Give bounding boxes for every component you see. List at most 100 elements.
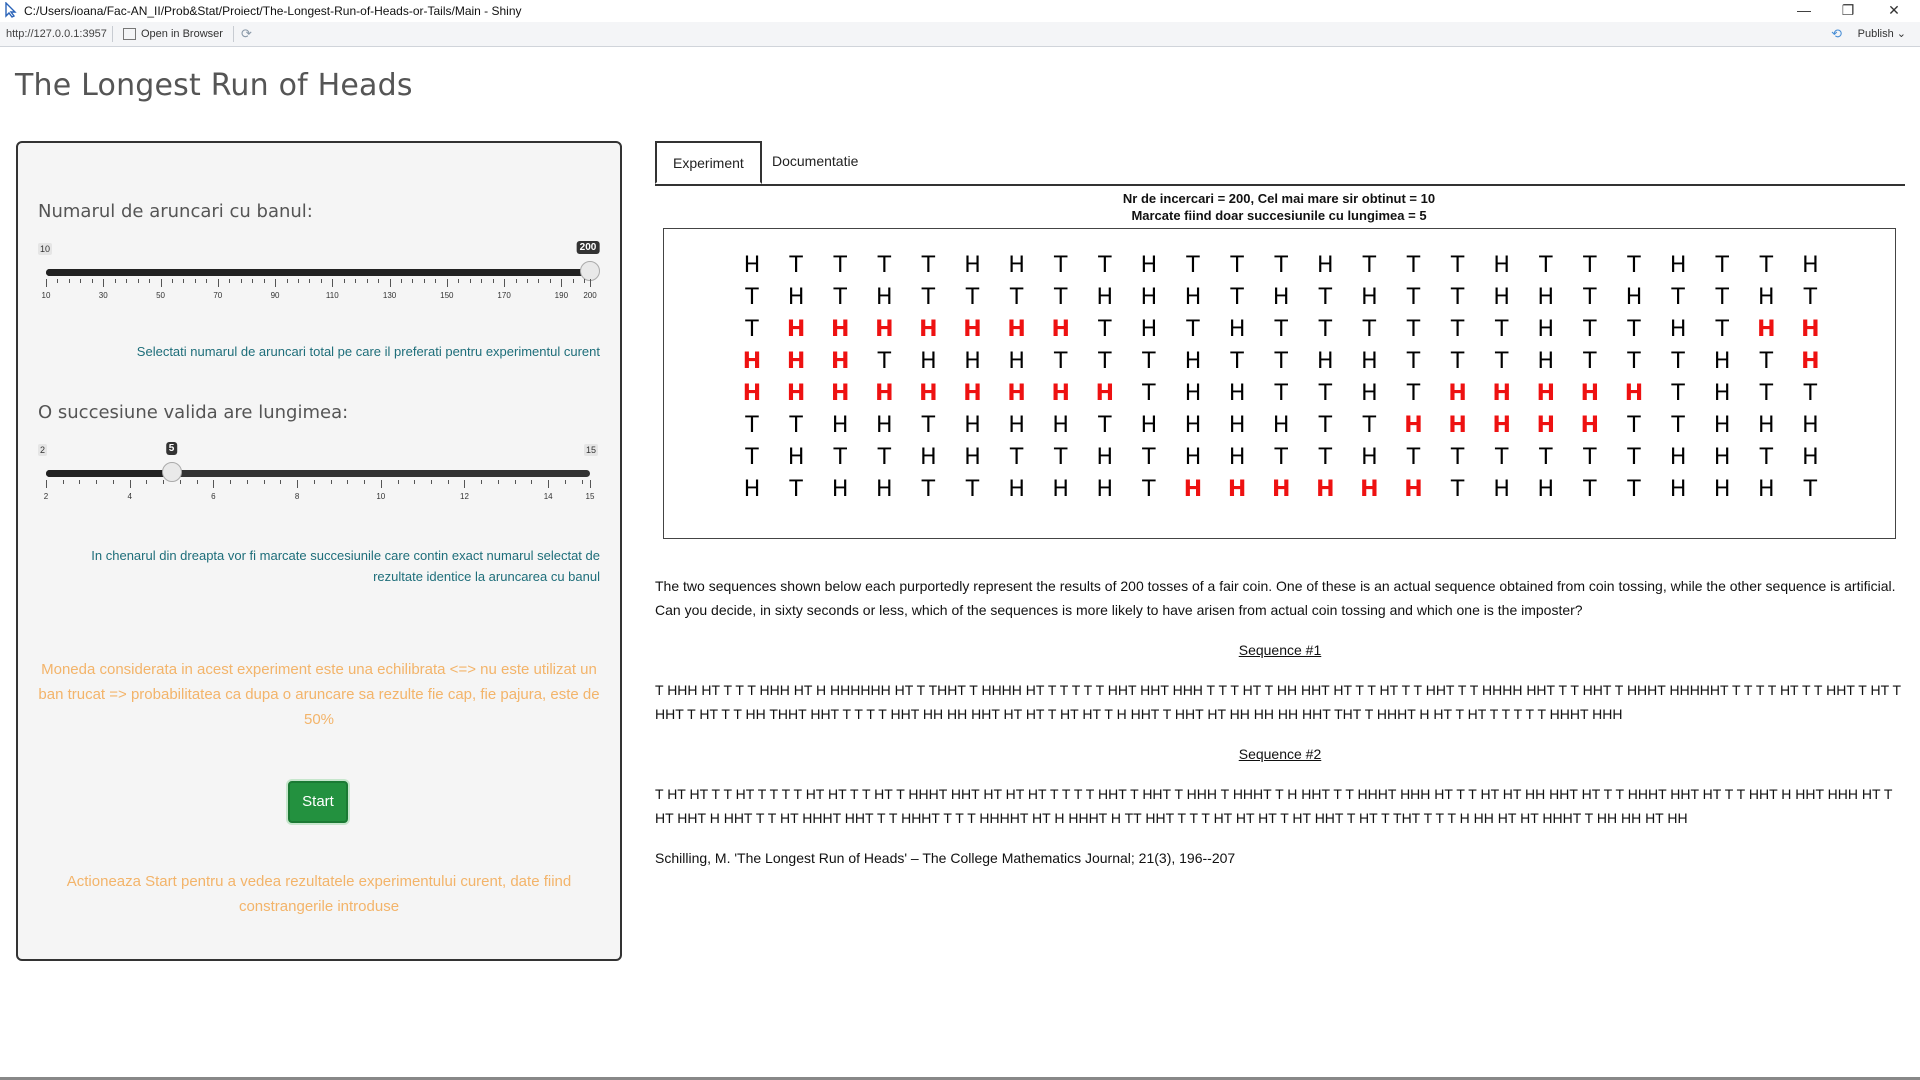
coin-cell: T (921, 285, 936, 310)
run-length-slider[interactable]: 2 15 5 2 4 6 8 10 12 14 15 (38, 442, 598, 504)
tab-experiment[interactable]: Experiment (655, 141, 762, 184)
slider-tick (246, 480, 248, 484)
coin-cell-marked: H (1183, 477, 1203, 502)
coin-cell: H (1713, 413, 1731, 438)
slider-tick (286, 279, 288, 283)
coin-cell: T (745, 413, 759, 438)
slider-tick (355, 279, 357, 283)
slider-tick (91, 279, 93, 283)
coin-cell-marked: H (1316, 477, 1335, 502)
coin-cell: H (1669, 253, 1687, 278)
coin-cell: T (1759, 381, 1774, 406)
slider-tick (297, 279, 299, 283)
slider-ticks: 10 30 50 70 90 110 130 150 170 190 200 (42, 279, 597, 300)
slider-handle[interactable] (161, 462, 182, 482)
coin-cell: H (1052, 413, 1069, 438)
slider-tick (481, 279, 483, 283)
coin-cell: T (1362, 253, 1377, 278)
coin-cell: T (1362, 317, 1377, 342)
slider-tick (538, 279, 540, 283)
coin-cell-marked: H (742, 349, 762, 374)
coin-cell-marked: H (1404, 413, 1423, 438)
url-text[interactable]: http://127.0.0.1:3957 (6, 28, 107, 40)
coin-cell: T (921, 477, 936, 502)
start-button[interactable]: Start (288, 781, 348, 823)
coin-cell: T (1450, 317, 1465, 342)
coin-cell: H (1096, 477, 1114, 502)
coin-cell: H (743, 253, 761, 278)
coin-cell: H (1361, 381, 1378, 406)
slider-fill (46, 470, 172, 477)
coin-cell: H (1493, 253, 1510, 278)
coin-cell: H (1713, 381, 1731, 406)
coin-cell: H (1493, 285, 1510, 310)
coin-cell: T (1450, 445, 1465, 470)
coin-cell-marked: H (1007, 317, 1026, 342)
slider-tick (114, 279, 116, 283)
coin-cell: T (1098, 349, 1112, 374)
coin-cell: T (1053, 253, 1068, 278)
coin-cell: H (1272, 413, 1290, 438)
tosses-slider[interactable]: 10 200 200 10 30 50 70 90 110 130 150 170 190 200 (38, 241, 600, 303)
slider-tick (183, 279, 185, 283)
coin-cell: H (1537, 349, 1555, 374)
coin-cell: T (1274, 317, 1288, 342)
coin-cell: T (1803, 381, 1818, 406)
coin-cell-marked: H (963, 381, 982, 406)
open-in-browser-button[interactable]: Open in Browser (141, 28, 223, 40)
coin-cell: H (1228, 413, 1246, 438)
slider-tick-label: 190 (554, 291, 569, 300)
coin-cell: H (1758, 477, 1775, 502)
slider-tick (46, 279, 47, 287)
coin-cell: T (1583, 253, 1597, 278)
coin-cell: H (1008, 477, 1025, 502)
slider-tick (137, 279, 139, 283)
coin-cell: T (1142, 381, 1156, 406)
coin-cell: T (1583, 445, 1597, 470)
coin-cell: T (1053, 285, 1068, 310)
coin-cell: H (876, 477, 893, 502)
coin-cell: H (1096, 285, 1114, 310)
slider-tick (332, 279, 334, 287)
slider-tick (252, 279, 254, 283)
plot-title-line-2: Marcate fiind doar succesiunile cu lungi… (1131, 208, 1427, 223)
coin-cell: T (1142, 477, 1156, 502)
slider-handle[interactable] (580, 261, 600, 281)
coin-cell: H (787, 285, 805, 310)
sequence-1-heading: Sequence #1 (1238, 642, 1322, 658)
slider-tick (423, 279, 425, 283)
publish-button[interactable]: Publish ⌄ (1858, 27, 1906, 40)
coin-cell: T (745, 445, 759, 470)
sequence-2-text: T HT HT T T HT T T T T HT HT T T HT T HH… (655, 786, 1893, 826)
coin-cell-marked: H (875, 317, 894, 342)
restore-button[interactable]: ❐ (1826, 0, 1870, 22)
minimize-button[interactable]: — (1782, 0, 1826, 22)
coin-cell: T (1671, 349, 1685, 374)
coin-grid-plot: HTTTTHHTTHTTTHTTTHTTTHTTHTHTHTTTTHHHTHTH… (663, 228, 1896, 539)
coin-cell: T (1450, 285, 1465, 310)
slider-tick-label: 10 (376, 492, 386, 501)
slider-tick (481, 480, 483, 484)
refresh-icon[interactable]: ⟳ (241, 26, 252, 42)
slider-tick (430, 480, 432, 484)
coin-cell-marked: H (1051, 381, 1070, 406)
tab-documentatie[interactable]: Documentatie (756, 141, 874, 184)
slider-tick (447, 480, 449, 484)
slider-tick-label: 10 (41, 291, 51, 300)
coin-cell: T (1230, 349, 1244, 374)
slider-tick (378, 279, 380, 283)
slider-tick (194, 279, 196, 283)
coin-cell: T (789, 253, 803, 278)
coin-cell: T (1627, 413, 1641, 438)
coin-cell: T (1142, 349, 1156, 374)
slider-tick (515, 279, 517, 283)
coin-cell-marked: H (786, 349, 806, 374)
coin-cell: T (1186, 317, 1200, 342)
coin-cell: H (1228, 381, 1246, 406)
coin-cell: H (1228, 317, 1246, 342)
slider-tick (62, 480, 64, 484)
coin-cell: H (1758, 285, 1775, 310)
coin-cell: H (1317, 349, 1334, 374)
coin-cell: H (1184, 285, 1202, 310)
close-button[interactable]: ✕ (1872, 0, 1916, 22)
